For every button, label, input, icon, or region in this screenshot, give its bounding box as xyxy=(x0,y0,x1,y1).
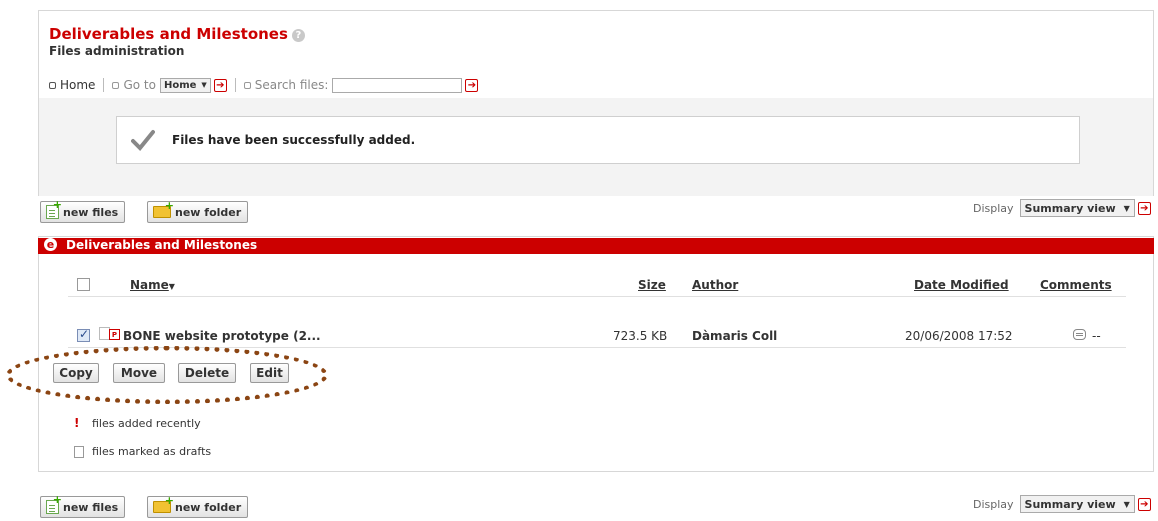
files-panel xyxy=(38,236,1154,472)
new-files-button-bottom[interactable]: + new files xyxy=(40,494,126,518)
legend-drafts-label: files marked as drafts xyxy=(92,445,212,458)
success-message: Files have been successfully added. xyxy=(116,116,1080,164)
search-go-button[interactable]: ➔ xyxy=(465,78,479,92)
new-files-label: new files xyxy=(63,205,119,219)
new-folder-button-bottom[interactable]: + new folder xyxy=(147,495,249,518)
page-title: Deliverables and Milestones? xyxy=(49,25,305,43)
goto-select[interactable]: Home ▼ xyxy=(159,77,211,93)
column-header-date-modified[interactable]: Date Modified xyxy=(914,278,1009,292)
move-button[interactable]: Move xyxy=(113,363,165,383)
help-icon[interactable]: ? xyxy=(291,29,305,42)
new-files-label: new files xyxy=(63,500,119,514)
legend-recent: ! files added recently xyxy=(74,416,201,430)
page-title-text: Deliverables and Milestones xyxy=(49,25,288,43)
new-folder-icon: + xyxy=(153,200,174,218)
success-message-text: Files have been successfully added. xyxy=(172,133,416,147)
goto-select-value: Home xyxy=(163,79,197,91)
search-input[interactable] xyxy=(332,77,463,93)
bullet-icon xyxy=(49,81,56,89)
header-divider xyxy=(68,296,1126,297)
display-control-bottom: Display Summary view ▼ ➔ xyxy=(973,495,1151,513)
draft-document-icon xyxy=(74,445,84,458)
column-name-label: Name xyxy=(130,278,169,292)
new-file-icon: + xyxy=(46,199,62,219)
bullet-icon xyxy=(243,81,251,89)
file-size: 723.5 KB xyxy=(613,329,668,343)
row-checkbox[interactable] xyxy=(77,327,90,342)
file-name-link[interactable]: BONE website prototype (2... xyxy=(123,329,321,343)
new-folder-label: new folder xyxy=(175,205,242,219)
new-folder-icon: + xyxy=(153,495,174,513)
legend-drafts: files marked as drafts xyxy=(74,445,211,458)
section-title: Deliverables and Milestones xyxy=(66,238,258,252)
delete-button[interactable]: Delete xyxy=(178,363,236,383)
bullet-icon xyxy=(112,81,120,89)
chevron-down-icon: ▼ xyxy=(201,81,207,89)
display-select-value: Summary view xyxy=(1024,201,1116,215)
column-header-comments[interactable]: Comments xyxy=(1040,278,1112,292)
copy-button[interactable]: Copy xyxy=(53,363,99,383)
powerpoint-file-icon: P xyxy=(109,329,120,340)
file-comments: -- xyxy=(1092,329,1101,343)
section-header: e Deliverables and Milestones xyxy=(38,238,1154,254)
sort-desc-icon: ▼ xyxy=(168,282,175,291)
display-label: Display xyxy=(973,201,1014,215)
chevron-down-icon: ▼ xyxy=(1123,203,1130,213)
new-files-button[interactable]: + new files xyxy=(40,199,126,223)
comment-icon[interactable] xyxy=(1073,329,1086,340)
row-divider xyxy=(68,347,1126,348)
display-go-button-bottom[interactable]: ➔ xyxy=(1137,497,1151,511)
checkmark-icon xyxy=(131,130,155,151)
display-select-value: Summary view xyxy=(1024,497,1116,511)
section-logo-icon: e xyxy=(44,238,57,251)
column-header-name[interactable]: Name▼ xyxy=(130,278,175,292)
chevron-down-icon: ▼ xyxy=(1123,499,1130,509)
column-header-author[interactable]: Author xyxy=(692,278,738,292)
exclamation-icon: ! xyxy=(74,416,80,430)
nav-home-link[interactable]: Home xyxy=(60,78,95,92)
new-folder-button[interactable]: + new folder xyxy=(147,200,249,223)
nav-divider xyxy=(103,78,105,92)
goto-go-button[interactable]: ➔ xyxy=(213,78,227,92)
legend-recent-label: files added recently xyxy=(92,416,201,430)
goto-label: Go to xyxy=(123,78,156,92)
new-folder-label: new folder xyxy=(175,500,242,514)
display-select[interactable]: Summary view ▼ xyxy=(1019,199,1135,217)
display-control: Display Summary view ▼ ➔ xyxy=(973,199,1151,217)
edit-button[interactable]: Edit xyxy=(250,363,289,383)
search-label: Search files: xyxy=(254,78,329,92)
nav-bar: Home Go to Home ▼ ➔ Search files: ➔ xyxy=(49,76,479,94)
column-header-size[interactable]: Size xyxy=(638,278,666,292)
display-label: Display xyxy=(973,497,1014,511)
nav-divider xyxy=(234,78,236,92)
display-select-bottom[interactable]: Summary view ▼ xyxy=(1019,495,1135,513)
page-subtitle: Files administration xyxy=(49,44,185,58)
file-author: Dàmaris Coll xyxy=(692,329,778,343)
display-go-button[interactable]: ➔ xyxy=(1137,201,1151,215)
file-date-modified: 20/06/2008 17:52 xyxy=(905,329,1013,343)
select-all-checkbox[interactable] xyxy=(77,278,90,291)
new-file-icon: + xyxy=(46,494,62,514)
